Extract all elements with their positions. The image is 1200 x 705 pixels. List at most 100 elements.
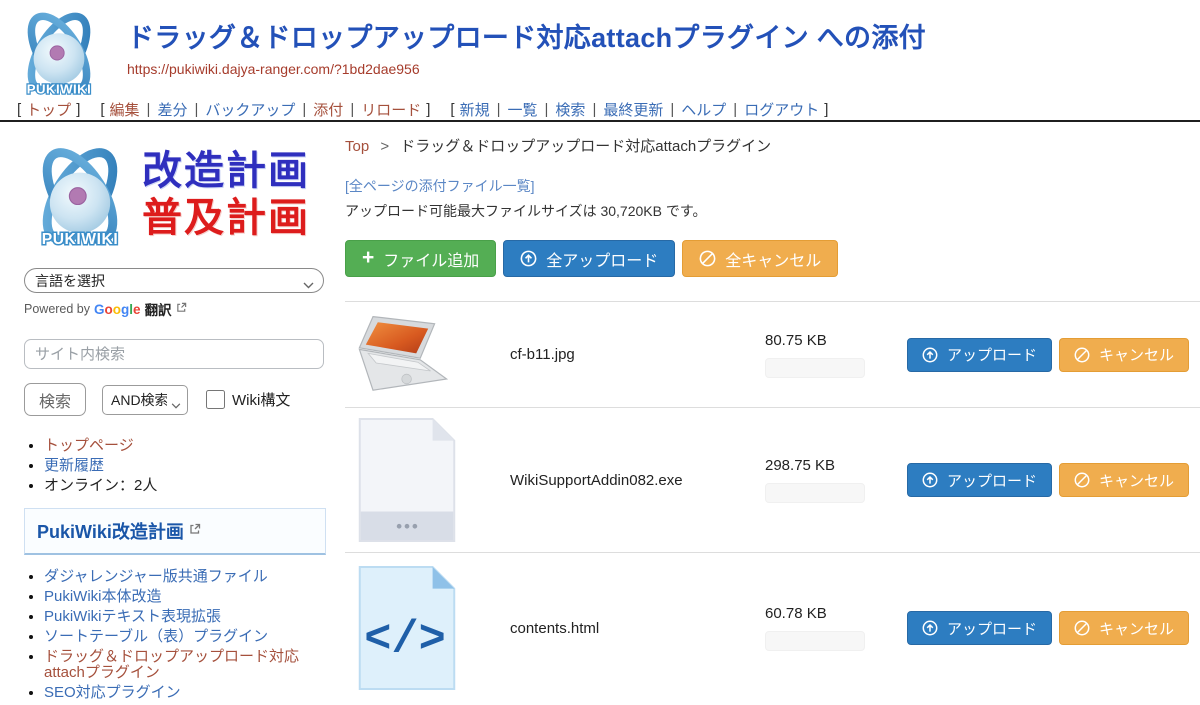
external-link-icon <box>189 522 201 540</box>
bracket: ] <box>76 101 80 118</box>
bracket: ] <box>426 101 430 118</box>
file-size: 298.75 KB <box>765 457 907 474</box>
sidebar-item-text-ext[interactable]: PukiWikiテキスト表現拡張 <box>44 608 221 625</box>
all-pages-attach-list-link[interactable]: [全ページの添付ファイル一覧] <box>345 176 535 196</box>
file-size: 80.75 KB <box>765 332 907 349</box>
list-item: ドラッグ＆ドロップアップロード対応attachプラグイン <box>44 649 328 683</box>
sidebar-banner[interactable]: 改造計画 普及計画 <box>24 138 328 252</box>
nav-item-recent[interactable]: 最終更新 <box>603 99 663 120</box>
sidebar-item-toppage[interactable]: トップページ <box>44 437 134 454</box>
translate-link[interactable]: 翻訳 <box>145 299 172 319</box>
sidebar-heading-link[interactable]: PukiWiki改造計画 <box>37 518 184 544</box>
svg-text:</>: </> <box>364 614 446 666</box>
nav-item-edit[interactable]: 編集 <box>110 99 140 120</box>
upload-all-button[interactable]: 全アップロード <box>503 240 675 277</box>
site-search-input[interactable] <box>24 339 324 369</box>
upload-button[interactable]: アップロード <box>907 611 1052 645</box>
search-button[interactable]: 検索 <box>24 383 86 416</box>
sidebar-item-seo[interactable]: SEO対応プラグイン <box>44 684 181 701</box>
list-item: PukiWiki本体改造 <box>44 589 328 606</box>
file-name: WikiSupportAddin082.exe <box>510 472 765 489</box>
cancel-all-button[interactable]: 全キャンセル <box>682 240 838 277</box>
html-code-file-icon: </> <box>345 565 510 691</box>
cancel-button[interactable]: キャンセル <box>1059 338 1189 372</box>
ban-icon <box>1074 347 1090 363</box>
separator: | <box>302 101 306 118</box>
sidebar-quick-links: トップページ 更新履歴 オンライン：2人 <box>24 438 328 494</box>
add-file-button[interactable]: + ファイル追加 <box>345 240 496 277</box>
separator: | <box>592 101 596 118</box>
sidebar-item-core-mod[interactable]: PukiWiki本体改造 <box>44 588 162 605</box>
ban-icon <box>1074 620 1090 636</box>
cancel-button[interactable]: キャンセル <box>1059 611 1189 645</box>
banner-text-kaizou: 改造計画 <box>142 148 310 195</box>
sidebar-item-common-files[interactable]: ダジャレンジャー版共通ファイル <box>44 568 268 585</box>
separator: | <box>350 101 354 118</box>
pukiwiki-atom-logo[interactable] <box>12 4 106 100</box>
max-upload-size-text: アップロード可能最大ファイルサイズは 30,720KB です。 <box>345 201 1200 221</box>
external-link-icon <box>176 302 187 316</box>
nav-item-new[interactable]: 新規 <box>460 99 490 120</box>
main-content: Top > ドラッグ＆ドロップアップロード対応attachプラグイン [全ページ… <box>332 122 1200 703</box>
bracket: [ <box>17 101 21 118</box>
list-item: ソートテーブル（表）プラグイン <box>44 629 328 646</box>
powered-by-google: Powered by Google 翻訳 <box>24 299 328 319</box>
file-row: WikiSupportAddin082.exe 298.75 KB アップロード <box>345 408 1200 553</box>
sidebar-item-dnd-attach[interactable]: ドラッグ＆ドロップアップロード対応attachプラグイン <box>44 648 299 682</box>
arrow-circle-up-icon <box>520 250 537 267</box>
ban-icon <box>699 250 716 267</box>
file-size: 60.78 KB <box>765 605 907 622</box>
nav-item-search[interactable]: 検索 <box>555 99 585 120</box>
sidebar-heading-box[interactable]: PukiWiki改造計画 <box>24 508 326 555</box>
upload-progress-bar <box>765 483 865 503</box>
banner-text-fukyuu: 普及計画 <box>142 195 310 242</box>
upload-button[interactable]: アップロード <box>907 338 1052 372</box>
file-row: cf-b11.jpg 80.75 KB アップロード <box>345 302 1200 408</box>
nav-item-diff[interactable]: 差分 <box>157 99 187 120</box>
nav-item-backup[interactable]: バックアップ <box>205 99 295 120</box>
file-name: contents.html <box>510 620 765 637</box>
sidebar-online-count: オンライン：2人 <box>44 477 157 494</box>
file-upload-list: cf-b11.jpg 80.75 KB アップロード <box>345 301 1200 703</box>
separator: | <box>545 101 549 118</box>
nav-item-reload[interactable]: リロード <box>361 99 421 120</box>
wiki-syntax-checkbox[interactable] <box>206 390 225 409</box>
upload-button[interactable]: アップロード <box>907 463 1052 497</box>
ban-icon <box>1074 472 1090 488</box>
search-mode-select[interactable]: AND検索 <box>102 385 188 415</box>
list-item: SEO対応プラグイン <box>44 685 328 702</box>
cancel-button[interactable]: キャンセル <box>1059 463 1189 497</box>
separator: | <box>497 101 501 118</box>
arrow-circle-up-icon <box>922 620 938 636</box>
bracket: ] <box>824 101 828 118</box>
breadcrumb-current: ドラッグ＆ドロップアップロード対応attachプラグイン <box>400 138 771 155</box>
separator: | <box>194 101 198 118</box>
nav-item-list[interactable]: 一覧 <box>508 99 538 120</box>
list-item: オンライン：2人 <box>44 478 328 495</box>
upload-actions: + ファイル追加 全アップロード 全キャンセル <box>345 240 1200 277</box>
nav-item-help[interactable]: ヘルプ <box>681 99 726 120</box>
upload-progress-bar <box>765 358 865 378</box>
laptop-photo-thumbnail <box>345 315 510 395</box>
page-url-link[interactable]: https://pukiwiki.dajya-ranger.com/?1bd2d… <box>127 61 420 77</box>
arrow-circle-up-icon <box>922 347 938 363</box>
nav-item-attach[interactable]: 添付 <box>313 99 343 120</box>
sidebar-item-history[interactable]: 更新履歴 <box>44 457 104 474</box>
separator: | <box>147 101 151 118</box>
separator: | <box>670 101 674 118</box>
breadcrumb-home[interactable]: Top <box>345 138 369 155</box>
google-logo: Google <box>94 302 141 317</box>
sidebar-item-sort-table[interactable]: ソートテーブル（表）プラグイン <box>44 628 268 645</box>
bracket: [ <box>450 101 454 118</box>
file-row: </> contents.html 60.78 KB アップロード <box>345 553 1200 703</box>
top-navbar: [ トップ ] [ 編集 | 差分 | バックアップ | 添付 | リロード ]… <box>0 96 1200 122</box>
language-select[interactable]: 言語を選択 <box>24 268 324 293</box>
file-name: cf-b11.jpg <box>510 346 765 363</box>
separator: | <box>733 101 737 118</box>
breadcrumb-separator: > <box>380 138 389 155</box>
sidebar-plugin-links: ダジャレンジャー版共通ファイル PukiWiki本体改造 PukiWikiテキス… <box>24 569 328 702</box>
nav-item-top[interactable]: トップ <box>26 99 71 120</box>
breadcrumb: Top > ドラッグ＆ドロップアップロード対応attachプラグイン <box>345 135 1200 156</box>
page-header: ドラッグ＆ドロップアップロード対応attachプラグイン への添付 https:… <box>0 0 1200 96</box>
nav-item-logout[interactable]: ログアウト <box>744 99 819 120</box>
